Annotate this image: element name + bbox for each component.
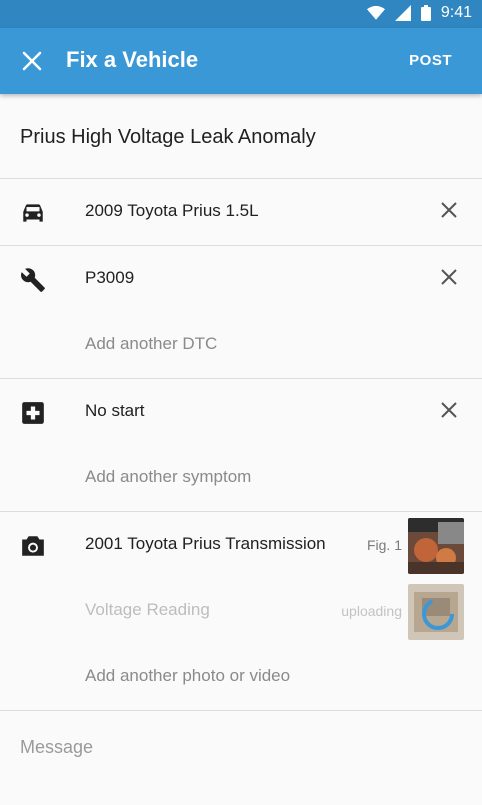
media-item[interactable]: Voltage Reading uploading — [0, 578, 482, 644]
signal-icon — [394, 5, 411, 21]
dtc-section: P3009 Add another DTC — [0, 246, 482, 379]
fix-title-text: Prius High Voltage Leak Anomaly — [20, 126, 316, 148]
app-bar: Fix a Vehicle POST — [0, 28, 482, 94]
page-title: Fix a Vehicle — [66, 47, 199, 72]
symptom-name: No start — [85, 401, 145, 420]
vehicle-name: 2009 Toyota Prius 1.5L — [85, 201, 259, 220]
battery-icon — [420, 5, 431, 21]
remove-vehicle-icon[interactable] — [440, 201, 458, 219]
car-icon — [23, 204, 43, 222]
add-dtc-label: Add another DTC — [85, 334, 218, 353]
add-symptom-label: Add another symptom — [85, 467, 252, 486]
media-caption: Voltage Reading — [85, 600, 210, 619]
wrench-icon — [21, 268, 45, 292]
symptom-section: No start Add another symptom — [0, 379, 482, 512]
media-section: 2001 Toyota Prius Transmission Fig. 1 Vo… — [0, 512, 482, 711]
wifi-icon — [366, 5, 385, 20]
add-media-row[interactable]: Add another photo or video — [0, 644, 482, 710]
add-dtc-row[interactable]: Add another DTC — [0, 312, 482, 378]
status-bar: 9:41 — [0, 0, 482, 28]
media-thumbnail[interactable] — [408, 584, 464, 640]
medical-plus-icon — [22, 402, 44, 424]
media-thumbnail[interactable] — [408, 518, 464, 574]
post-button[interactable]: POST — [409, 52, 452, 69]
remove-dtc-icon[interactable] — [440, 268, 458, 286]
add-symptom-row[interactable]: Add another symptom — [0, 445, 482, 511]
vehicle-section: 2009 Toyota Prius 1.5L — [0, 179, 482, 246]
media-item[interactable]: 2001 Toyota Prius Transmission Fig. 1 — [0, 512, 482, 578]
message-field[interactable]: Message — [0, 711, 482, 805]
clock: 9:41 — [440, 4, 472, 21]
figure-tag: Fig. 1 — [366, 537, 402, 553]
media-caption: 2001 Toyota Prius Transmission — [85, 534, 326, 553]
vehicle-row[interactable]: 2009 Toyota Prius 1.5L — [0, 179, 482, 245]
fix-title-field[interactable]: Prius High Voltage Leak Anomaly — [0, 94, 482, 179]
message-placeholder: Message — [20, 737, 94, 757]
close-icon[interactable] — [20, 49, 44, 73]
remove-symptom-icon[interactable] — [440, 401, 458, 419]
dtc-row[interactable]: P3009 — [0, 246, 482, 312]
add-media-label: Add another photo or video — [85, 666, 291, 685]
upload-status: uploading — [341, 603, 402, 619]
camera-icon — [22, 536, 44, 556]
symptom-row[interactable]: No start — [0, 379, 482, 445]
dtc-code: P3009 — [85, 268, 135, 287]
